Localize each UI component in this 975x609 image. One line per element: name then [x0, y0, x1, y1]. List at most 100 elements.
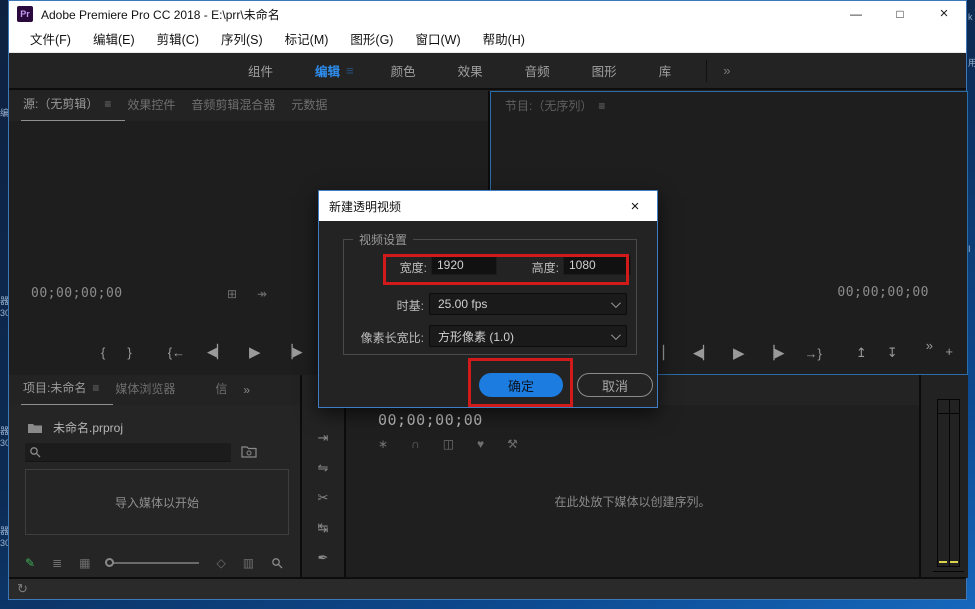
maximize-button[interactable]: □: [878, 1, 922, 27]
automate-to-sequence-icon[interactable]: ◇: [216, 556, 225, 570]
workspace-menu-icon[interactable]: ≡: [346, 63, 370, 78]
menu-item-help[interactable]: 帮助(H): [472, 27, 536, 53]
meter-peak-right: [950, 561, 958, 563]
tab-info-partial[interactable]: 信: [189, 380, 241, 405]
tab-metadata[interactable]: 元数据: [289, 96, 341, 121]
folder-icon: [27, 422, 43, 434]
audio-meter-panel: [921, 375, 968, 578]
pixel-aspect-select[interactable]: 方形像素 (1.0): [429, 325, 627, 347]
step-forward-icon[interactable]: ▕▶: [283, 344, 303, 360]
workspace-tab-graphics[interactable]: 图形: [571, 61, 638, 80]
background-fragment: 用: [968, 56, 975, 69]
menu-item-edit[interactable]: 编辑(E): [82, 27, 146, 53]
mark-out-icon[interactable]: }: [127, 345, 131, 360]
linked-selection-icon[interactable]: ◫: [443, 437, 454, 451]
menu-item-window[interactable]: 窗口(W): [404, 27, 471, 53]
menu-item-markers[interactable]: 标记(M): [274, 27, 340, 53]
project-file-name: 未命名.prproj: [53, 419, 123, 436]
tab-audio-clip-mixer[interactable]: 音频剪辑混合器: [189, 96, 289, 121]
tab-media-browser[interactable]: 媒体浏览器: [113, 380, 189, 405]
icon-view-icon[interactable]: ▦: [79, 556, 90, 570]
zoom-slider-knob[interactable]: [105, 558, 114, 567]
search-input[interactable]: [41, 446, 211, 458]
cancel-button[interactable]: 取消: [577, 373, 653, 397]
lift-icon[interactable]: ↥: [856, 345, 867, 361]
workspace-bar: 组件 编辑 ≡ 颜色 效果 音频 图形 库 »: [9, 53, 966, 90]
mark-in-icon[interactable]: {: [101, 345, 105, 360]
close-button[interactable]: ×: [922, 1, 966, 27]
audio-level-meter: [937, 399, 960, 567]
timeline-toolbar: ∗ ∩ ◫ ♥ ⚒: [378, 437, 518, 451]
workspace-tab-color[interactable]: 颜色: [370, 61, 437, 80]
tab-program-label: 节目:（无序列）: [505, 99, 592, 113]
add-marker-icon[interactable]: ♥: [477, 437, 484, 451]
step-forward-icon[interactable]: ▕▶: [765, 345, 785, 361]
tab-source-label: 源:（无剪辑）: [23, 97, 98, 111]
timebase-select[interactable]: 25.00 fps: [429, 293, 627, 315]
menu-item-clip[interactable]: 剪辑(C): [146, 27, 210, 53]
project-search-box[interactable]: [25, 443, 231, 462]
tab-effect-controls[interactable]: 效果控件: [125, 96, 189, 121]
track-select-tool-icon[interactable]: ⇥: [318, 430, 329, 446]
tab-project[interactable]: 项目:未命名≡: [21, 379, 113, 405]
nest-insert-icon[interactable]: ∗: [378, 437, 388, 451]
workspace-tab-assembly[interactable]: 组件: [227, 61, 294, 80]
menu-item-sequence[interactable]: 序列(S): [210, 27, 274, 53]
play-icon[interactable]: ▶: [249, 343, 261, 361]
step-back-icon[interactable]: ◀▏: [207, 344, 227, 360]
workspace-tab-libraries[interactable]: 库: [638, 61, 693, 80]
add-button-icon[interactable]: +: [945, 344, 953, 359]
search-bin-icon[interactable]: [241, 445, 257, 458]
play-icon[interactable]: ▶: [733, 344, 745, 362]
list-view-icon[interactable]: ≣: [52, 556, 62, 570]
background-fragment: k: [968, 12, 973, 22]
project-writable-icon[interactable]: ✎: [25, 556, 35, 570]
slip-tool-icon[interactable]: ↹: [318, 520, 329, 536]
project-file-row[interactable]: 未命名.prproj: [27, 419, 123, 436]
pen-tool-icon[interactable]: ✒: [318, 550, 329, 566]
go-to-out-icon[interactable]: →}: [805, 346, 822, 361]
panel-menu-icon[interactable]: ≡: [104, 97, 111, 111]
filmstrip-icon[interactable]: ▥: [243, 556, 254, 570]
workspace-tab-effects[interactable]: 效果: [437, 61, 504, 80]
workspace-overflow-icon[interactable]: »: [715, 63, 738, 78]
program-transport-controls: ▏ ◀▏ ▶ ▕▶ →} ↥ ↧: [663, 344, 898, 362]
go-to-in-icon[interactable]: {←: [168, 345, 185, 360]
project-panel: 项目:未命名≡ 媒体浏览器 信 » 未命名.prproj 导入媒体以开始 ✎ ≣…: [9, 375, 300, 578]
step-back-icon[interactable]: ◀▏: [693, 345, 713, 361]
chevron-down-icon: [611, 330, 621, 340]
find-icon[interactable]: [271, 557, 283, 569]
minimize-button[interactable]: —: [834, 1, 878, 27]
meter-scale-line: [938, 413, 959, 414]
panel-menu-icon[interactable]: ≡: [598, 99, 605, 113]
workspace-tab-editing[interactable]: 编辑: [294, 61, 346, 80]
ripple-edit-tool-icon[interactable]: ⇋: [318, 460, 329, 476]
menu-item-graphics[interactable]: 图形(G): [339, 27, 404, 53]
dialog-title-bar[interactable]: 新建透明视频 ×: [319, 191, 657, 221]
timebase-value: 25.00 fps: [438, 297, 487, 311]
panel-overflow-icon[interactable]: »: [241, 383, 264, 405]
annotation-highlight-dimensions: [383, 254, 629, 285]
workspace-tab-audio[interactable]: 音频: [504, 61, 571, 80]
zoom-slider[interactable]: [107, 562, 199, 564]
transport-overflow-icon[interactable]: »: [926, 338, 933, 353]
timeline-drop-hint: 在此处放下媒体以创建序列。: [346, 493, 919, 510]
cc-sync-icon[interactable]: ↻: [17, 581, 28, 597]
insert-bars-icon[interactable]: ↠: [257, 287, 267, 301]
premiere-app-icon: Pr: [17, 6, 33, 22]
panel-menu-icon[interactable]: ≡: [92, 381, 99, 395]
tab-program[interactable]: 节目:（无序列） ≡: [503, 97, 619, 122]
import-media-dropzone[interactable]: 导入媒体以开始: [25, 469, 289, 535]
monitor-settings-icon[interactable]: ⊞: [227, 287, 237, 301]
source-transport-controls: { } {← ◀▏ ▶ ▕▶: [101, 343, 303, 361]
dialog-close-icon[interactable]: ×: [623, 198, 647, 215]
snap-magnet-icon[interactable]: ∩: [411, 437, 420, 451]
pixel-aspect-value: 方形像素 (1.0): [438, 328, 514, 345]
timeline-settings-wrench-icon[interactable]: ⚒: [507, 437, 518, 451]
menu-item-file[interactable]: 文件(F): [19, 27, 82, 53]
project-toolbar: ✎ ≣ ▦ ◇ ▥: [25, 556, 289, 570]
tab-source[interactable]: 源:（无剪辑） ≡: [21, 95, 125, 121]
extract-icon[interactable]: ↧: [887, 345, 898, 361]
razor-tool-icon[interactable]: ✂: [318, 490, 329, 506]
import-hint: 导入媒体以开始: [115, 494, 199, 511]
